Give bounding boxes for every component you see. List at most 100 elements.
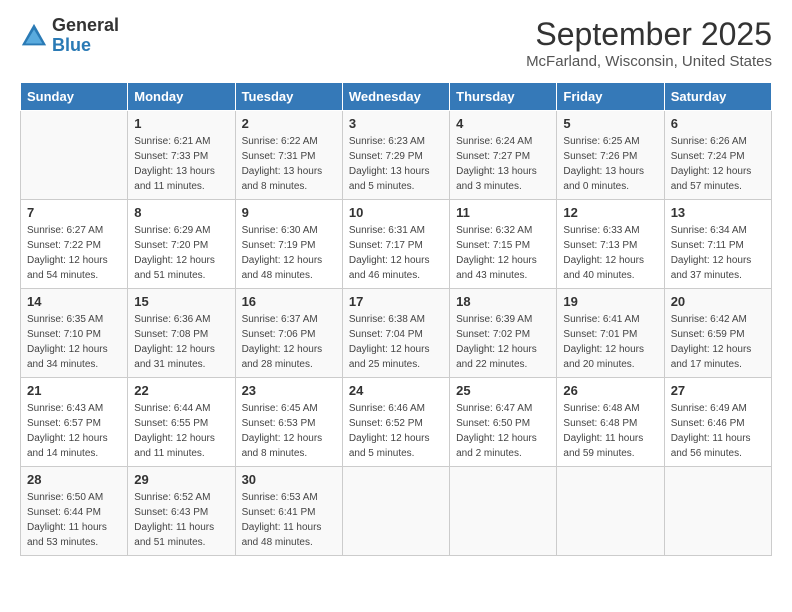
day-info: Sunrise: 6:44 AMSunset: 6:55 PMDaylight:… xyxy=(134,401,228,461)
calendar-cell: 8 Sunrise: 6:29 AMSunset: 7:20 PMDaylight… xyxy=(128,200,235,289)
calendar-table: SundayMondayTuesdayWednesdayThursdayFrid… xyxy=(20,82,772,556)
calendar-week-row: 1Sunrise: 6:21 AMSunset: 7:33 PMDaylight… xyxy=(21,111,772,200)
day-number: 20 xyxy=(671,294,765,309)
calendar-cell: 11Sunrise: 6:32 AMSunset: 7:15 PMDayligh… xyxy=(450,200,557,289)
day-info: Sunrise: 6:43 AMSunset: 6:57 PMDaylight:… xyxy=(27,401,121,461)
day-number: 15 xyxy=(134,294,228,309)
calendar-cell: 16 Sunrise: 6:37 AMSunset: 7:06 PMDayligh… xyxy=(235,289,342,378)
day-number: 17 xyxy=(349,294,443,309)
day-info: Sunrise: 6:52 AMSunset: 6:43 PMDaylight:… xyxy=(134,490,228,550)
day-number: 27 xyxy=(671,383,765,398)
calendar-cell: 9 Sunrise: 6:30 AMSunset: 7:19 PMDaylight… xyxy=(235,200,342,289)
day-number: 7 xyxy=(27,205,121,220)
calendar-cell: 2 Sunrise: 6:22 AMSunset: 7:31 PMDaylight… xyxy=(235,111,342,200)
day-number: 16 xyxy=(242,294,336,309)
day-info: Sunrise: 6:53 AMSunset: 6:41 PMDaylight:… xyxy=(242,490,336,550)
day-number: 3 xyxy=(349,116,443,131)
day-info: Sunrise: 6:22 AMSunset: 7:31 PMDaylight:… xyxy=(242,134,336,194)
day-info: Sunrise: 6:45 AMSunset: 6:53 PMDaylight:… xyxy=(242,401,336,461)
calendar-cell: 3 Sunrise: 6:23 AMSunset: 7:29 PMDaylight… xyxy=(342,111,449,200)
calendar-cell xyxy=(342,467,449,556)
month-title: September 2025 xyxy=(526,16,772,53)
calendar-cell: 4Sunrise: 6:24 AMSunset: 7:27 PMDaylight… xyxy=(450,111,557,200)
day-info: Sunrise: 6:39 AMSunset: 7:02 PMDaylight:… xyxy=(456,312,550,372)
day-number: 29 xyxy=(134,472,228,487)
day-info: Sunrise: 6:31 AMSunset: 7:17 PMDaylight:… xyxy=(349,223,443,283)
day-info: Sunrise: 6:38 AMSunset: 7:04 PMDaylight:… xyxy=(349,312,443,372)
day-info: Sunrise: 6:41 AMSunset: 7:01 PMDaylight:… xyxy=(563,312,657,372)
calendar-week-row: 14Sunrise: 6:35 AMSunset: 7:10 PMDayligh… xyxy=(21,289,772,378)
day-info: Sunrise: 6:27 AMSunset: 7:22 PMDaylight:… xyxy=(27,223,121,283)
day-number: 23 xyxy=(242,383,336,398)
day-number: 19 xyxy=(563,294,657,309)
calendar-cell xyxy=(664,467,771,556)
day-info: Sunrise: 6:50 AMSunset: 6:44 PMDaylight:… xyxy=(27,490,121,550)
logo-general: General xyxy=(52,16,119,36)
weekday-header: Wednesday xyxy=(342,83,449,111)
day-number: 18 xyxy=(456,294,550,309)
calendar-cell: 22 Sunrise: 6:44 AMSunset: 6:55 PMDayligh… xyxy=(128,378,235,467)
calendar-cell: 7 Sunrise: 6:27 AMSunset: 7:22 PMDaylight… xyxy=(21,200,128,289)
day-number: 21 xyxy=(27,383,121,398)
calendar-cell: 18 Sunrise: 6:39 AMSunset: 7:02 PMDayligh… xyxy=(450,289,557,378)
day-info: Sunrise: 6:23 AMSunset: 7:29 PMDaylight:… xyxy=(349,134,443,194)
day-number: 24 xyxy=(349,383,443,398)
day-info: Sunrise: 6:33 AMSunset: 7:13 PMDaylight:… xyxy=(563,223,657,283)
day-number: 22 xyxy=(134,383,228,398)
day-number: 25 xyxy=(456,383,550,398)
weekday-header: Thursday xyxy=(450,83,557,111)
day-number: 11 xyxy=(456,205,550,220)
location-title: McFarland, Wisconsin, United States xyxy=(526,53,772,70)
day-number: 30 xyxy=(242,472,336,487)
calendar-cell: 14Sunrise: 6:35 AMSunset: 7:10 PMDayligh… xyxy=(21,289,128,378)
day-info: Sunrise: 6:25 AMSunset: 7:26 PMDaylight:… xyxy=(563,134,657,194)
day-number: 2 xyxy=(242,116,336,131)
day-info: Sunrise: 6:46 AMSunset: 6:52 PMDaylight:… xyxy=(349,401,443,461)
calendar-cell xyxy=(21,111,128,200)
weekday-header: Tuesday xyxy=(235,83,342,111)
calendar-cell xyxy=(557,467,664,556)
calendar-cell: 13 Sunrise: 6:34 AMSunset: 7:11 PMDayligh… xyxy=(664,200,771,289)
calendar-week-row: 21 Sunrise: 6:43 AMSunset: 6:57 PMDayligh… xyxy=(21,378,772,467)
day-info: Sunrise: 6:30 AMSunset: 7:19 PMDaylight:… xyxy=(242,223,336,283)
weekday-header-row: SundayMondayTuesdayWednesdayThursdayFrid… xyxy=(21,83,772,111)
day-number: 8 xyxy=(134,205,228,220)
day-info: Sunrise: 6:48 AMSunset: 6:48 PMDaylight:… xyxy=(563,401,657,461)
calendar-cell: 19 Sunrise: 6:41 AMSunset: 7:01 PMDayligh… xyxy=(557,289,664,378)
day-info: Sunrise: 6:24 AMSunset: 7:27 PMDaylight:… xyxy=(456,134,550,194)
day-number: 13 xyxy=(671,205,765,220)
day-info: Sunrise: 6:26 AMSunset: 7:24 PMDaylight:… xyxy=(671,134,765,194)
title-block: September 2025 McFarland, Wisconsin, Uni… xyxy=(526,16,772,70)
calendar-week-row: 28 Sunrise: 6:50 AMSunset: 6:44 PMDayligh… xyxy=(21,467,772,556)
logo-icon xyxy=(20,22,48,50)
calendar-week-row: 7 Sunrise: 6:27 AMSunset: 7:22 PMDaylight… xyxy=(21,200,772,289)
day-info: Sunrise: 6:42 AMSunset: 6:59 PMDaylight:… xyxy=(671,312,765,372)
calendar-cell: 5Sunrise: 6:25 AMSunset: 7:26 PMDaylight… xyxy=(557,111,664,200)
day-number: 9 xyxy=(242,205,336,220)
day-info: Sunrise: 6:29 AMSunset: 7:20 PMDaylight:… xyxy=(134,223,228,283)
page-header: General Blue September 2025 McFarland, W… xyxy=(20,16,772,70)
day-number: 1 xyxy=(134,116,228,131)
day-number: 12 xyxy=(563,205,657,220)
day-number: 26 xyxy=(563,383,657,398)
logo-blue: Blue xyxy=(52,36,119,56)
calendar-cell: 28 Sunrise: 6:50 AMSunset: 6:44 PMDayligh… xyxy=(21,467,128,556)
day-info: Sunrise: 6:34 AMSunset: 7:11 PMDaylight:… xyxy=(671,223,765,283)
logo: General Blue xyxy=(20,16,119,56)
calendar-cell: 24 Sunrise: 6:46 AMSunset: 6:52 PMDayligh… xyxy=(342,378,449,467)
day-number: 28 xyxy=(27,472,121,487)
calendar-cell: 20 Sunrise: 6:42 AMSunset: 6:59 PMDayligh… xyxy=(664,289,771,378)
calendar-cell: 1Sunrise: 6:21 AMSunset: 7:33 PMDaylight… xyxy=(128,111,235,200)
day-number: 10 xyxy=(349,205,443,220)
calendar-cell xyxy=(450,467,557,556)
day-info: Sunrise: 6:49 AMSunset: 6:46 PMDaylight:… xyxy=(671,401,765,461)
calendar-cell: 30 Sunrise: 6:53 AMSunset: 6:41 PMDayligh… xyxy=(235,467,342,556)
calendar-cell: 10 Sunrise: 6:31 AMSunset: 7:17 PMDayligh… xyxy=(342,200,449,289)
day-info: Sunrise: 6:37 AMSunset: 7:06 PMDaylight:… xyxy=(242,312,336,372)
calendar-cell: 25Sunrise: 6:47 AMSunset: 6:50 PMDayligh… xyxy=(450,378,557,467)
day-info: Sunrise: 6:35 AMSunset: 7:10 PMDaylight:… xyxy=(27,312,121,372)
logo-text: General Blue xyxy=(52,16,119,56)
day-number: 6 xyxy=(671,116,765,131)
weekday-header: Sunday xyxy=(21,83,128,111)
calendar-cell: 6 Sunrise: 6:26 AMSunset: 7:24 PMDaylight… xyxy=(664,111,771,200)
